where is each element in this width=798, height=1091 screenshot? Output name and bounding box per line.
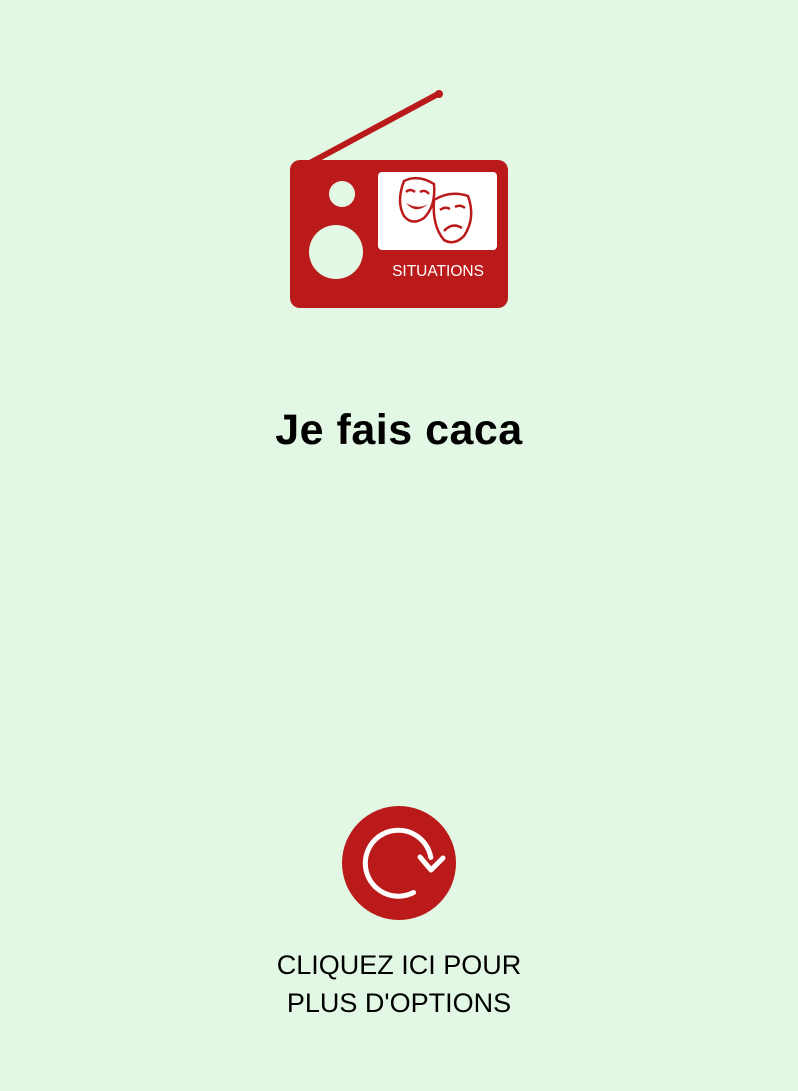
more-options-link[interactable]: CLIQUEZ ICI POUR PLUS D'OPTIONS [0, 946, 798, 1022]
antenna-tip [435, 90, 443, 98]
options-line-1: CLIQUEZ ICI POUR [276, 950, 522, 980]
large-speaker [309, 225, 363, 279]
logo-label: SITUATIONS [392, 263, 484, 280]
antenna [305, 91, 441, 167]
situations-radio-logo: SITUATIONS [288, 88, 512, 312]
refresh-icon [342, 806, 456, 920]
options-line-2: PLUS D'OPTIONS [286, 988, 512, 1018]
refresh-button[interactable] [342, 806, 456, 920]
situation-phrase: Je fais caca [275, 406, 523, 454]
small-speaker [329, 181, 355, 207]
tragedy-mask-icon [432, 192, 473, 244]
